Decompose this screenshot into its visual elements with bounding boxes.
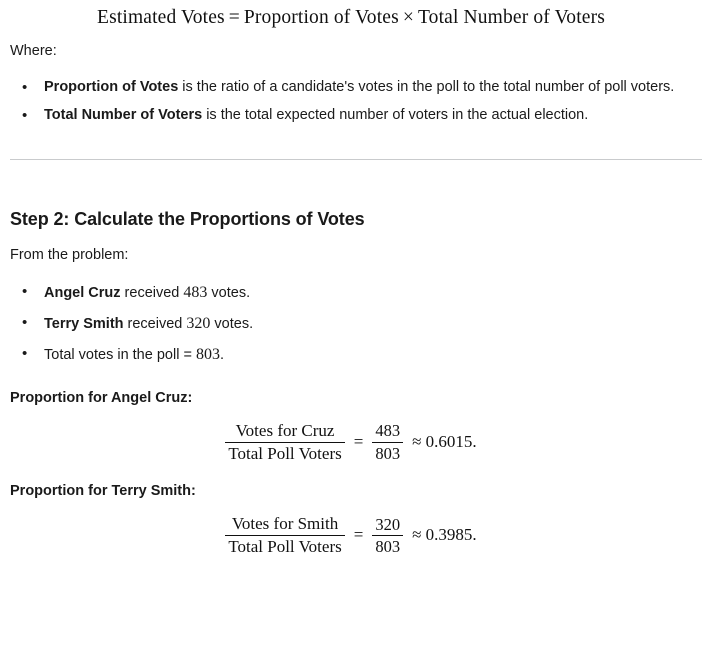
bullet-term-terry-smith: Terry Smith [44,315,124,332]
list-item: Terry Smith received 320 votes. [0,308,702,339]
bullet-value: 803 [195,345,220,363]
list-item: Total Number of Voters is the total expe… [0,101,702,131]
smith-equals-sign: = [353,525,364,545]
document-body: Estimated Votes = Proportion of Votes × Tota… [0,0,702,556]
bullet-value: 483 [183,283,208,301]
where-intro-text: Where: [10,43,57,59]
formula-times-sign: × [402,7,414,28]
formula-lhs: Estimated Votes [97,7,225,28]
list-item: Total votes in the poll = 803. [0,339,702,370]
estimated-votes-formula: Estimated Votes = Proportion of Votes × Tota… [0,0,702,31]
smith-approx-value: ≈ 0.3985. [412,525,477,545]
smith-numeric-fraction: 320 803 [372,514,404,556]
bullet-text: is the total expected number of voters i… [202,107,589,124]
smith-fraction-denominator: Total Poll Voters [225,534,345,557]
where-bullet-list: Proportion of Votes is the ratio of a ca… [0,73,702,131]
cruz-votes-fraction: Votes for Cruz Total Poll Voters [225,420,345,464]
smith-votes-fraction: Votes for Smith Total Poll Voters [225,514,345,557]
list-item: Angel Cruz received 483 votes. [0,277,702,308]
step2-heading: Step 2: Calculate the Proportions of Vot… [10,209,365,230]
formula-equals-sign: = [228,7,240,28]
cruz-proportion-equation: Votes for Cruz Total Poll Voters = 483 8… [0,410,702,463]
smith-proportion-equation: Votes for Smith Total Poll Voters = 320 … [0,503,702,556]
bullet-value: 320 [186,314,211,332]
bullet-term-total-voters: Total Number of Voters [44,107,203,124]
bullet-text: Total votes in the poll = [44,346,196,363]
cruz-fraction-denominator: Total Poll Voters [225,441,345,464]
cruz-fraction-numerator: Votes for Cruz [235,420,335,440]
cruz-approx-value: ≈ 0.6015. [412,432,477,452]
bullet-text: is the ratio of a candidate's votes in t… [178,78,675,95]
smith-proportion-label: Proportion for Terry Smith: [10,483,196,500]
bullet-term-proportion: Proportion of Votes [44,78,179,95]
formula-rhs-total-voters: Total Number of Voters [417,7,605,28]
cruz-numeric-denominator: 803 [372,441,404,463]
cruz-proportion-label: Proportion for Angel Cruz: [10,390,193,407]
step2-intro-text: From the problem: [10,246,129,263]
smith-numeric-denominator: 803 [372,534,404,556]
cruz-numeric-numerator: 483 [375,421,401,441]
smith-numeric-numerator: 320 [375,514,401,534]
list-item: Proportion of Votes is the ratio of a ca… [0,73,702,103]
smith-fraction-numerator: Votes for Smith [231,514,339,534]
step2-bullet-list: Angel Cruz received 483 votes. Terry Smi… [0,277,702,371]
bullet-tail: . [219,346,224,363]
bullet-text: received [120,284,184,301]
bullet-text: received [123,315,187,332]
cruz-equals-sign: = [353,432,364,452]
bullet-term-angel-cruz: Angel Cruz [44,284,121,301]
cruz-numeric-fraction: 483 803 [372,421,404,463]
formula-rhs-proportion: Proportion of Votes [243,7,399,28]
bullet-tail: votes. [210,315,254,332]
bullet-tail: votes. [207,284,251,301]
